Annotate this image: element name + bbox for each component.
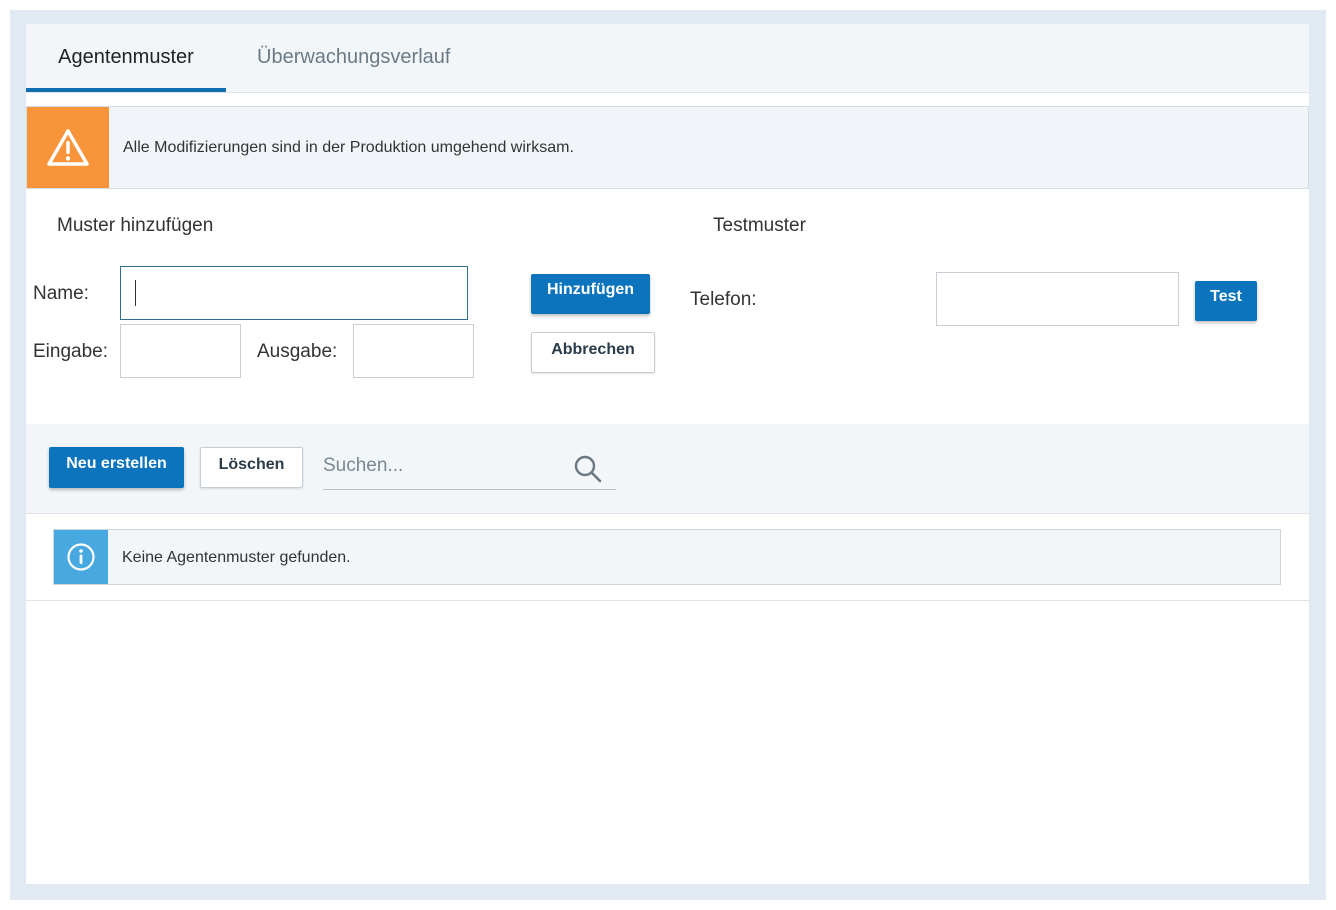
phone-input[interactable]: [936, 272, 1179, 326]
name-input[interactable]: [120, 266, 468, 320]
info-banner: Keine Agentenmuster gefunden.: [53, 529, 1281, 585]
text-caret: [135, 280, 136, 306]
info-icon: [67, 543, 95, 571]
test-pattern-title: Testmuster: [713, 215, 806, 236]
new-button[interactable]: Neu erstellen: [49, 447, 184, 488]
warning-banner: Alle Modifizierungen sind in der Produkt…: [26, 106, 1309, 189]
tab-ueberwachungsverlauf[interactable]: Überwachungsverlauf: [257, 24, 450, 92]
output-field[interactable]: [353, 324, 474, 378]
info-icon-box: [54, 530, 108, 584]
warning-text: Alle Modifizierungen sind in der Produkt…: [123, 139, 574, 156]
tab-agentenmuster[interactable]: Agentenmuster: [26, 24, 226, 92]
warning-triangle-icon: [47, 128, 89, 166]
output-label: Ausgabe:: [257, 341, 338, 362]
search-input[interactable]: [323, 446, 563, 486]
add-pattern-title: Muster hinzufügen: [57, 215, 214, 236]
delete-button[interactable]: Löschen: [200, 447, 303, 488]
phone-label: Telefon:: [690, 289, 757, 310]
main-panel: Agentenmuster Überwachungsverlauf Alle M…: [26, 24, 1309, 884]
search-icon[interactable]: [573, 454, 603, 484]
info-text: Keine Agentenmuster gefunden.: [122, 549, 351, 566]
input-label: Eingabe:: [33, 341, 109, 362]
warning-icon-box: [27, 107, 109, 188]
add-button[interactable]: Hinzufügen: [531, 274, 650, 314]
test-button[interactable]: Test: [1195, 281, 1257, 321]
tab-bar: Agentenmuster Überwachungsverlauf: [26, 24, 1309, 93]
search-box: [323, 446, 616, 490]
input-field[interactable]: [120, 324, 241, 378]
list-toolbar: Neu erstellen Löschen: [26, 424, 1309, 514]
name-label: Name:: [33, 283, 89, 304]
divider: [26, 600, 1309, 601]
cancel-button[interactable]: Abbrechen: [531, 332, 655, 373]
